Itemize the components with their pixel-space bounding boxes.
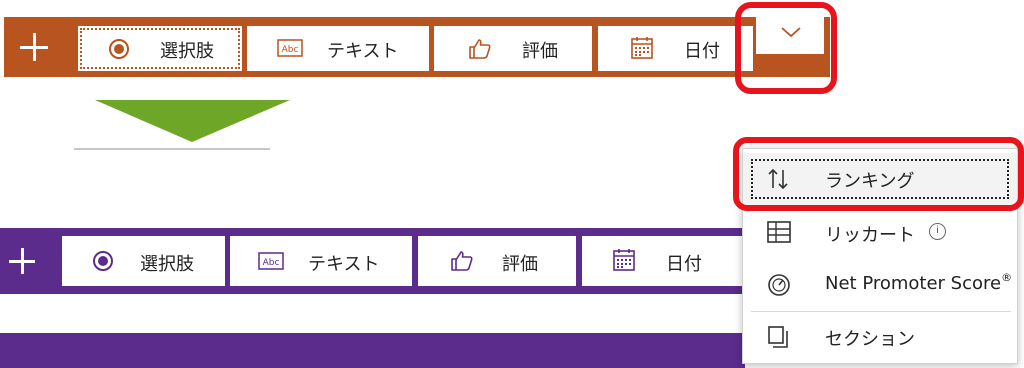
- question-type-toolbar-purple: 選択肢 Abc テキスト 評価 日付: [0, 228, 745, 294]
- dropdown-item-section[interactable]: セクション: [743, 311, 1017, 363]
- date-button[interactable]: 日付: [582, 236, 745, 286]
- rating-button[interactable]: 評価: [434, 26, 592, 71]
- calendar-icon: [613, 249, 635, 271]
- text-abc-icon: Abc: [277, 39, 303, 57]
- text-label: テキスト: [308, 254, 380, 275]
- info-icon[interactable]: i: [929, 223, 946, 240]
- dropdown-item-likert[interactable]: リッカート i: [743, 207, 1017, 259]
- nps-text: Net Promoter Score: [825, 273, 1002, 294]
- registered-mark: ®: [1001, 271, 1013, 284]
- text-button[interactable]: Abc テキスト: [247, 26, 429, 71]
- date-button[interactable]: 日付: [598, 26, 753, 71]
- down-arrow-icon: [95, 100, 290, 142]
- choice-label: 選択肢: [160, 41, 214, 62]
- svg-text:Abc: Abc: [263, 258, 280, 268]
- calendar-icon: [631, 37, 653, 59]
- purple-band: [0, 333, 745, 368]
- svg-text:Abc: Abc: [282, 45, 299, 55]
- choice-button[interactable]: 選択肢: [62, 236, 225, 286]
- dropdown-item-label: セクション: [825, 329, 915, 350]
- question-type-toolbar-orange: 選択肢 Abc テキスト 評価 日付: [4, 17, 830, 77]
- radio-icon: [109, 39, 129, 59]
- text-abc-icon: Abc: [258, 252, 284, 270]
- grid-icon: [767, 221, 791, 243]
- thumbs-up-icon: [469, 39, 491, 59]
- text-label: テキスト: [327, 41, 399, 62]
- radio-icon: [93, 251, 113, 271]
- rating-button[interactable]: 評価: [418, 236, 576, 286]
- plus-icon[interactable]: [18, 31, 50, 63]
- dropdown-item-label: Net Promoter Score®: [825, 271, 1013, 294]
- gauge-icon: [768, 274, 790, 296]
- highlight-ranking-item: [733, 137, 1024, 211]
- plus-icon[interactable]: [7, 246, 37, 276]
- rating-label: 評価: [522, 41, 558, 62]
- date-label: 日付: [684, 41, 720, 62]
- choice-button[interactable]: 選択肢: [78, 26, 242, 71]
- divider: [74, 148, 270, 150]
- choice-label: 選択肢: [140, 254, 194, 275]
- highlight-more-button: [735, 2, 837, 94]
- rating-label: 評価: [502, 254, 538, 275]
- text-button[interactable]: Abc テキスト: [230, 236, 412, 286]
- thumbs-up-icon: [451, 251, 473, 271]
- dropdown-item-label: リッカート: [825, 225, 915, 246]
- date-label: 日付: [666, 254, 702, 275]
- section-copy-icon: [768, 326, 788, 348]
- dropdown-item-nps[interactable]: Net Promoter Score®: [743, 259, 1017, 311]
